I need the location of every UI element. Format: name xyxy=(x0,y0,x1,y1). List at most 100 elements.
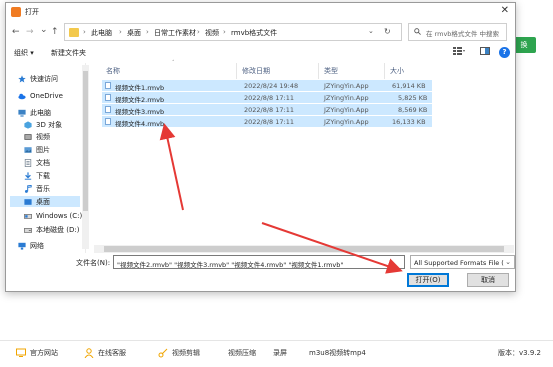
chevron-down-icon: ⌄ xyxy=(505,258,511,266)
open-button[interactable]: 打开(O) xyxy=(407,273,449,287)
official-site-link[interactable]: 官方网站 xyxy=(16,348,58,358)
sidebar-item-label: 文档 xyxy=(36,158,50,167)
cube-icon xyxy=(24,120,32,129)
sidebar-item-onedrive[interactable]: OneDrive xyxy=(18,90,63,101)
file-row[interactable]: 视频文件3.rmvb 2022/8/8 17:11 JZYingYin.App … xyxy=(102,104,432,116)
monitor-icon xyxy=(16,348,26,357)
sidebar-scrollbar-thumb[interactable] xyxy=(83,71,88,211)
video-compress-link[interactable]: 视频压缩 xyxy=(228,348,256,358)
video-file-icon xyxy=(105,82,111,89)
sidebar-item-local-disk-d[interactable]: 本地磁盘 (D:) xyxy=(24,224,79,235)
breadcrumb-rmvb-folder[interactable]: rmvb格式文件 xyxy=(231,28,277,38)
sidebar-item-label: OneDrive xyxy=(30,91,63,100)
sidebar-item-label: 音乐 xyxy=(36,184,50,193)
cloud-icon xyxy=(18,93,26,99)
breadcrumb-work-materials[interactable]: 日常工作素材 xyxy=(154,28,196,38)
video-edit-link[interactable]: 视频剪辑 xyxy=(158,348,200,358)
m3u8-convert-link[interactable]: m3u8视频转mp4 xyxy=(309,348,366,358)
breadcrumb-this-pc[interactable]: 此电脑 xyxy=(91,28,112,38)
online-service-label: 在线客服 xyxy=(98,349,126,357)
sidebar-item-label: 桌面 xyxy=(36,197,50,206)
cancel-button[interactable]: 取消 xyxy=(467,273,509,287)
address-bar[interactable]: › 此电脑 › 桌面 › 日常工作素材 › 视频 › rmvb格式文件 xyxy=(64,23,402,41)
sidebar-item-label: 快速访问 xyxy=(30,74,58,83)
sidebar-item-pictures[interactable]: 图片 xyxy=(24,144,50,155)
sidebar-item-windows-c[interactable]: Windows (C:) xyxy=(24,210,82,221)
drive-icon xyxy=(24,213,32,219)
video-file-icon xyxy=(105,94,111,101)
sidebar-item-quick-access[interactable]: 快速访问 xyxy=(18,73,58,84)
file-type-filter-select[interactable]: All Supported Formats File ( ⌄ xyxy=(410,255,515,269)
user-icon xyxy=(84,348,94,358)
sidebar-item-label: 本地磁盘 (D:) xyxy=(36,225,80,234)
new-folder-button[interactable]: 新建文件夹 xyxy=(51,48,86,58)
dialog-titlebar[interactable]: 打开 ✕ xyxy=(6,3,515,21)
preview-pane-icon[interactable] xyxy=(480,47,490,57)
sort-caret-icon: ˄ xyxy=(172,60,175,66)
recent-locations-icon[interactable]: ⌄ xyxy=(40,25,48,35)
video-file-icon xyxy=(105,106,111,113)
file-size: 61,914 KB xyxy=(392,82,426,90)
column-divider[interactable] xyxy=(318,63,319,79)
sidebar-item-this-pc[interactable]: 此电脑 xyxy=(18,107,51,118)
screen-record-label: 录屏 xyxy=(273,349,287,357)
file-date: 2022/8/8 17:11 xyxy=(244,118,294,126)
file-row[interactable]: 视频文件4.rmvb 2022/8/8 17:11 JZYingYin.App … xyxy=(102,116,432,128)
sidebar-item-network[interactable]: 网络 xyxy=(18,240,44,251)
navigation-bar: ← → ⌄ ↑ › 此电脑 › 桌面 › 日常工作素材 › 视频 › rmvb格… xyxy=(6,23,515,43)
breadcrumb-separator: › xyxy=(83,28,86,36)
up-arrow-icon[interactable]: ↑ xyxy=(51,27,59,37)
file-date: 2022/8/24 19:48 xyxy=(244,82,299,90)
breadcrumb-desktop[interactable]: 桌面 xyxy=(127,28,141,38)
folder-icon xyxy=(69,28,79,37)
column-divider[interactable] xyxy=(384,63,385,79)
screen-record-link[interactable]: 录屏 xyxy=(273,348,287,358)
dialog-toolbar: 组织 ▾ 新建文件夹 ? xyxy=(6,45,515,61)
file-row[interactable]: 视频文件1.rmvb 2022/8/24 19:48 JZYingYin.App… xyxy=(102,80,432,92)
file-list-hscrollbar[interactable] xyxy=(94,245,514,253)
file-name: 视频文件3.rmvb xyxy=(115,108,165,116)
app-footer: 官方网站 在线客服 视频剪辑 视频压缩 录屏 m3u8视频转mp4 版本：v3.… xyxy=(0,341,553,367)
breadcrumb-videos[interactable]: 视频 xyxy=(205,28,219,38)
m3u8-convert-label: m3u8视频转mp4 xyxy=(309,349,366,357)
help-icon[interactable]: ? xyxy=(499,47,510,58)
forward-arrow-icon[interactable]: → xyxy=(26,27,34,37)
view-options-icon[interactable] xyxy=(453,47,465,57)
drive-icon xyxy=(24,227,32,233)
sidebar-item-documents[interactable]: 文档 xyxy=(24,157,50,168)
file-size: 8,569 KB xyxy=(398,106,428,114)
column-header-type[interactable]: 类型 xyxy=(324,66,338,76)
column-divider[interactable] xyxy=(236,63,237,79)
sidebar-item-videos[interactable]: 视频 xyxy=(24,131,50,142)
sidebar-item-label: Windows (C:) xyxy=(36,211,83,220)
file-size: 5,825 KB xyxy=(398,94,428,102)
address-dropdown-icon[interactable]: ⌄ xyxy=(368,27,374,35)
sidebar-item-3d-objects[interactable]: 3D 对象 xyxy=(24,119,62,130)
sidebar-item-label: 网络 xyxy=(30,241,44,250)
sidebar-item-desktop[interactable]: 桌面 xyxy=(10,196,80,207)
file-list-hscrollbar-thumb[interactable] xyxy=(104,246,504,252)
close-icon[interactable]: ✕ xyxy=(501,5,509,16)
file-row[interactable]: 视频文件2.rmvb 2022/8/8 17:11 JZYingYin.App … xyxy=(102,92,432,104)
column-header-date[interactable]: 修改日期 xyxy=(242,66,270,76)
search-box[interactable]: 在 rmvb格式文件 中搜索 xyxy=(408,23,507,41)
sidebar-item-music[interactable]: 音乐 xyxy=(24,183,50,194)
filename-input[interactable]: "视频文件2.rmvb" "视频文件3.rmvb" "视频文件4.rmvb" "… xyxy=(113,255,405,269)
column-header-size[interactable]: 大小 xyxy=(390,66,404,76)
app-logo-icon xyxy=(11,7,21,17)
dialog-title: 打开 xyxy=(25,8,39,16)
sidebar-item-label: 图片 xyxy=(36,145,50,154)
back-arrow-icon[interactable]: ← xyxy=(12,27,20,37)
breadcrumb-separator: › xyxy=(146,28,149,36)
music-icon xyxy=(24,184,32,193)
column-header-name[interactable]: 名称 xyxy=(106,66,120,76)
refresh-icon[interactable]: ↻ xyxy=(384,27,391,36)
organize-button[interactable]: 组织 ▾ xyxy=(14,48,34,58)
file-type: JZYingYin.App xyxy=(324,94,369,102)
file-type-filter-value: All Supported Formats File ( xyxy=(414,259,504,267)
sidebar-scrollbar[interactable] xyxy=(82,65,89,249)
sidebar-item-downloads[interactable]: 下载 xyxy=(24,170,50,181)
file-size: 16,133 KB xyxy=(392,118,426,126)
online-service-link[interactable]: 在线客服 xyxy=(84,348,126,358)
picture-icon xyxy=(24,146,32,153)
